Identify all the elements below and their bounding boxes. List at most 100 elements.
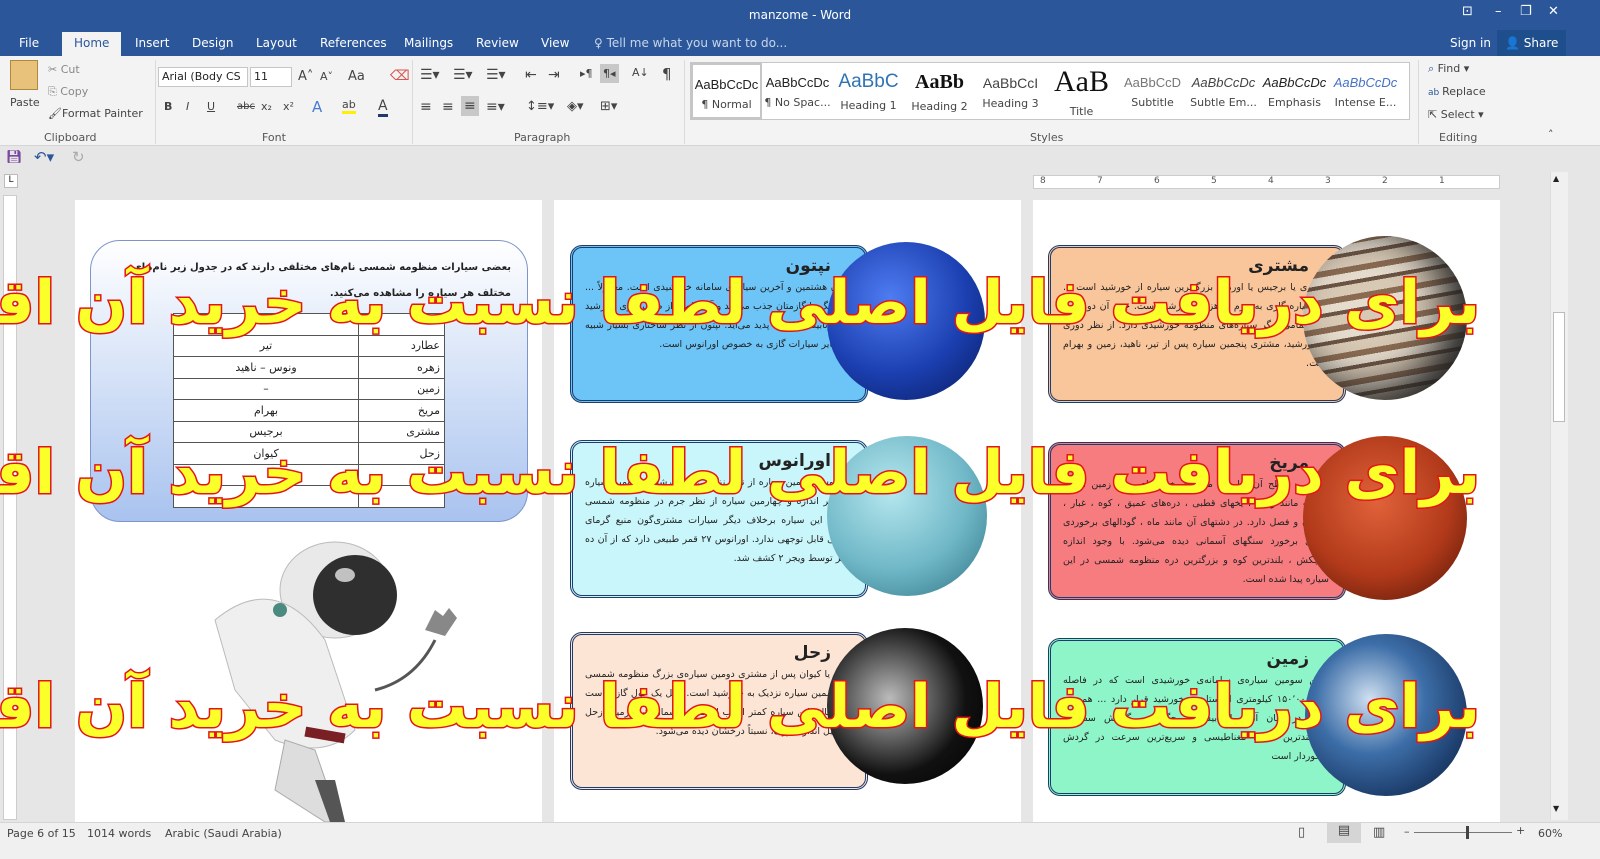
share-button[interactable]: 👤 Share	[1497, 30, 1567, 56]
copy-label: Copy	[60, 85, 89, 98]
other-names-cell: ونوس – ناهید	[173, 356, 359, 379]
page-count[interactable]: Page 6 of 15	[7, 827, 76, 840]
tab-references[interactable]: References	[320, 36, 387, 50]
scroll-thumb[interactable]	[1553, 312, 1565, 422]
scissors-icon: ✂	[48, 63, 61, 76]
numbering-icon[interactable]: ☰▾	[453, 67, 473, 83]
ruler-number: 2	[1382, 176, 1388, 186]
tell-me-search[interactable]: ♀ Tell me what you want to do...	[594, 36, 787, 50]
tab-selector[interactable]: L	[4, 174, 18, 188]
strikethrough-button[interactable]: abc	[237, 101, 255, 112]
style-preview: AaBbCcDc	[1191, 75, 1256, 90]
paragraph-group-label: Paragraph	[514, 131, 571, 144]
language-indicator[interactable]: Arabic (Saudi Arabia)	[165, 827, 282, 840]
align-right-icon[interactable]: ≡	[461, 96, 479, 116]
increase-indent-icon[interactable]: ⇥	[548, 67, 560, 83]
zoom-in-icon[interactable]: +	[1516, 824, 1525, 837]
tab-insert[interactable]: Insert	[135, 36, 169, 50]
sort-icon[interactable]: A↓	[632, 66, 649, 79]
tab-design[interactable]: Design	[192, 36, 233, 50]
rtl-icon[interactable]: ¶◂	[600, 64, 619, 83]
ltr-icon[interactable]: ▸¶	[580, 67, 593, 80]
font-size-select[interactable]: 11	[250, 67, 292, 87]
window-title: manzome - Word	[748, 8, 852, 22]
text-effects-icon[interactable]: A	[312, 98, 322, 116]
highlight-icon[interactable]: ab	[342, 98, 356, 114]
font-color-icon[interactable]: A	[378, 98, 388, 117]
collapse-ribbon-icon[interactable]: ˄	[1548, 128, 1554, 141]
align-left-icon[interactable]: ≡	[420, 99, 432, 115]
horizontal-ruler[interactable]: 8 7 6 5 4 3 2 1	[1033, 175, 1500, 189]
line-spacing-icon[interactable]: ↕≡▾	[526, 99, 554, 114]
zoom-level[interactable]: 60%	[1538, 827, 1562, 840]
font-name-select[interactable]: Arial (Body CS	[158, 67, 248, 87]
style-normal[interactable]: AaBbCcDc ¶ Normal	[691, 63, 762, 119]
restore-button[interactable]: ❐	[1520, 4, 1532, 19]
scroll-up-icon[interactable]: ▲	[1553, 174, 1559, 183]
shading-icon[interactable]: ◈▾	[567, 99, 584, 114]
vertical-scrollbar[interactable]: ▲ ▼	[1550, 172, 1568, 820]
style-subtitle[interactable]: AaBbCcD Subtitle	[1117, 63, 1188, 119]
bullets-icon[interactable]: ☰▾	[420, 67, 440, 83]
style-heading-2[interactable]: AaBb Heading 2	[904, 63, 975, 119]
styles-group-label: Styles	[1030, 131, 1064, 144]
print-layout-icon[interactable]: ▤	[1327, 823, 1361, 843]
style-title[interactable]: AaB Title	[1046, 63, 1117, 119]
minimize-button[interactable]: –	[1495, 4, 1502, 19]
cut-button[interactable]: ✂ Cut	[48, 63, 80, 76]
style-emphasis[interactable]: AaBbCcDc Emphasis	[1259, 63, 1330, 119]
tell-me-text: Tell me what you want to do...	[606, 36, 788, 50]
multilevel-list-icon[interactable]: ☰▾	[486, 67, 506, 83]
read-mode-icon[interactable]: ▯	[1298, 825, 1305, 840]
zoom-out-icon[interactable]: –	[1404, 825, 1410, 838]
change-case-button[interactable]: Aa	[348, 69, 365, 84]
scroll-down-icon[interactable]: ▼	[1553, 804, 1559, 813]
style-heading-3[interactable]: AaBbCcI Heading 3	[975, 63, 1046, 119]
watermark-text: برای دریافت فایل اصلی لطفا نسبت به خرید …	[0, 671, 1483, 744]
paste-button[interactable]: Paste	[10, 96, 40, 109]
table-row: زهره ونوس – ناهید	[173, 356, 445, 379]
zoom-slider[interactable]	[1414, 832, 1512, 833]
ruler-number: 8	[1040, 176, 1046, 186]
decrease-indent-icon[interactable]: ⇤	[525, 67, 537, 83]
subscript-button[interactable]: x₂	[261, 100, 272, 113]
style-name: Title	[1069, 105, 1094, 118]
shrink-font-icon[interactable]: A˅	[320, 70, 333, 83]
clear-formatting-icon[interactable]: ⌫	[390, 68, 410, 84]
grow-font-icon[interactable]: A˄	[298, 69, 313, 84]
italic-button[interactable]: I	[186, 100, 189, 113]
sign-in-link[interactable]: Sign in	[1450, 36, 1491, 50]
align-center-icon[interactable]: ≡	[442, 99, 454, 115]
word-count[interactable]: 1014 words	[87, 827, 151, 840]
style-no-spac[interactable]: AaBbCcDc ¶ No Spac...	[762, 63, 833, 119]
show-formatting-icon[interactable]: ¶	[662, 65, 672, 83]
style-heading-1[interactable]: AaBbC Heading 1	[833, 63, 904, 119]
web-layout-icon[interactable]: ▥	[1373, 825, 1385, 840]
tab-mailings[interactable]: Mailings	[404, 36, 453, 50]
ribbon-display-options-icon[interactable]: ⊡	[1462, 4, 1473, 19]
tab-review[interactable]: Review	[476, 36, 519, 50]
bold-button[interactable]: B	[164, 100, 172, 113]
save-icon[interactable]: 💾︎	[6, 150, 23, 165]
superscript-button[interactable]: x²	[283, 100, 294, 113]
tab-layout[interactable]: Layout	[256, 36, 297, 50]
format-painter-button[interactable]: 🖌Format Painter	[48, 107, 143, 120]
redo-icon[interactable]: ↻	[72, 148, 85, 166]
close-button[interactable]: ✕	[1548, 4, 1559, 19]
style-intense-e[interactable]: AaBbCcDc Intense E...	[1330, 63, 1401, 119]
zoom-slider-thumb[interactable]	[1465, 826, 1469, 839]
borders-icon[interactable]: ⊞▾	[600, 99, 617, 114]
select-button[interactable]: ⇱ Select ▾	[1428, 108, 1484, 121]
tab-view[interactable]: View	[541, 36, 569, 50]
copy-button[interactable]: ⎘ Copy	[48, 85, 88, 99]
find-button[interactable]: ⌕ Find ▾	[1428, 62, 1469, 76]
underline-button[interactable]: U	[207, 100, 215, 113]
title-bar: manzome - Word ⊡ – ❐ ✕	[0, 0, 1600, 30]
tab-file[interactable]: File	[19, 36, 39, 50]
tab-home[interactable]: Home	[62, 32, 122, 56]
undo-icon[interactable]: ↶▾	[34, 148, 54, 166]
replace-button[interactable]: ab Replace	[1428, 85, 1486, 98]
justify-icon[interactable]: ≡▾	[486, 99, 505, 115]
style-subtle-em[interactable]: AaBbCcDc Subtle Em...	[1188, 63, 1259, 119]
paste-icon[interactable]	[10, 60, 38, 90]
